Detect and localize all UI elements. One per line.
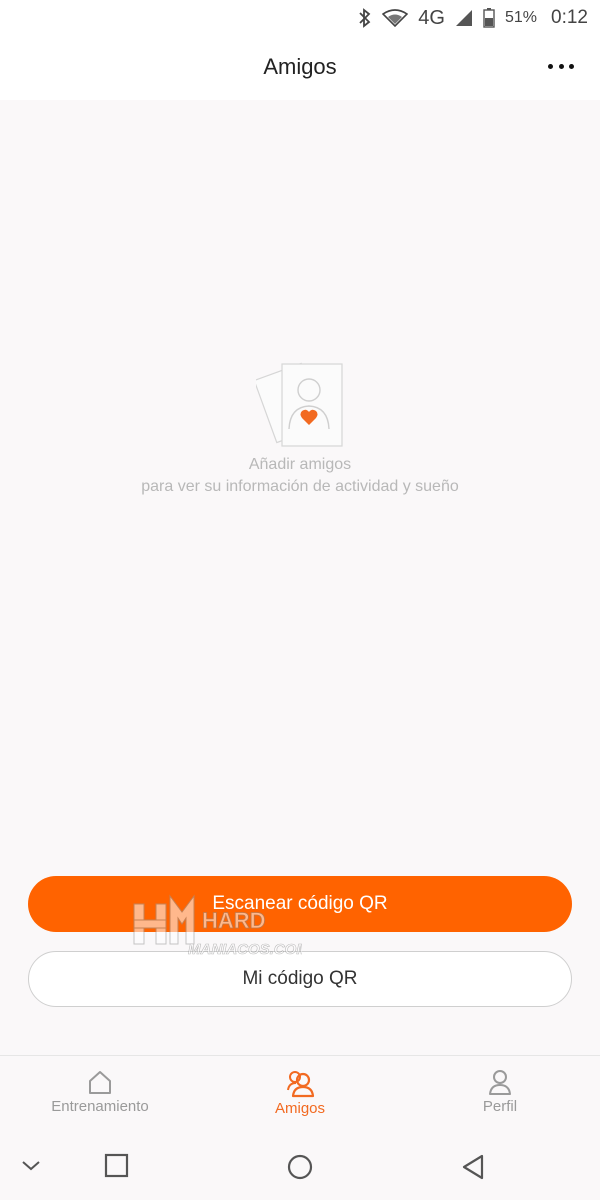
status-bar: 4G 51% 0:12 [0,0,600,36]
add-friends-illustration [256,362,343,447]
page-title: Amigos [263,54,337,79]
watermark-line1: HARD [202,908,266,933]
bottom-navigation: Entrenamiento Amigos Perfil [0,1055,600,1139]
nav-label-amigos: Amigos [274,1100,326,1117]
bluetooth-icon [358,8,372,28]
more-horizontal-icon [548,63,553,69]
empty-state-title: Añadir amigos [248,456,352,473]
my-qr-label: Mi código QR [242,968,358,989]
signal-icon [455,9,473,27]
nav-item-amigos[interactable]: Amigos [200,1068,400,1117]
more-horizontal-icon [558,63,564,69]
battery-percent: 51% [504,9,538,26]
chevron-down-icon[interactable] [20,1159,42,1173]
recent-apps-button[interactable] [104,1153,130,1179]
nav-item-entrenamiento[interactable]: Entrenamiento [0,1068,200,1115]
wifi-icon [382,9,409,27]
nav-item-perfil[interactable]: Perfil [400,1068,600,1115]
battery-icon [483,8,495,28]
system-navigation-bar [0,1139,600,1200]
more-horizontal-icon [569,63,574,69]
more-options-button[interactable] [548,56,574,76]
network-type: 4G [418,6,445,29]
friends-icon [287,1071,315,1098]
nav-label-entrenamiento: Entrenamiento [51,1098,149,1115]
watermark-line2: MANIACOS.COM [188,941,302,958]
home-button[interactable] [286,1153,314,1181]
app-header: Amigos [0,36,600,100]
empty-state-subtitle: para ver su información de actividad y s… [141,478,459,495]
profile-icon [489,1070,511,1095]
nav-label-perfil: Perfil [482,1098,518,1115]
hardmaniacos-watermark-logo: HARD MANIACOS.COM [133,894,302,958]
home-icon [89,1071,111,1094]
clock: 0:12 [551,7,588,28]
back-button[interactable] [460,1153,486,1181]
